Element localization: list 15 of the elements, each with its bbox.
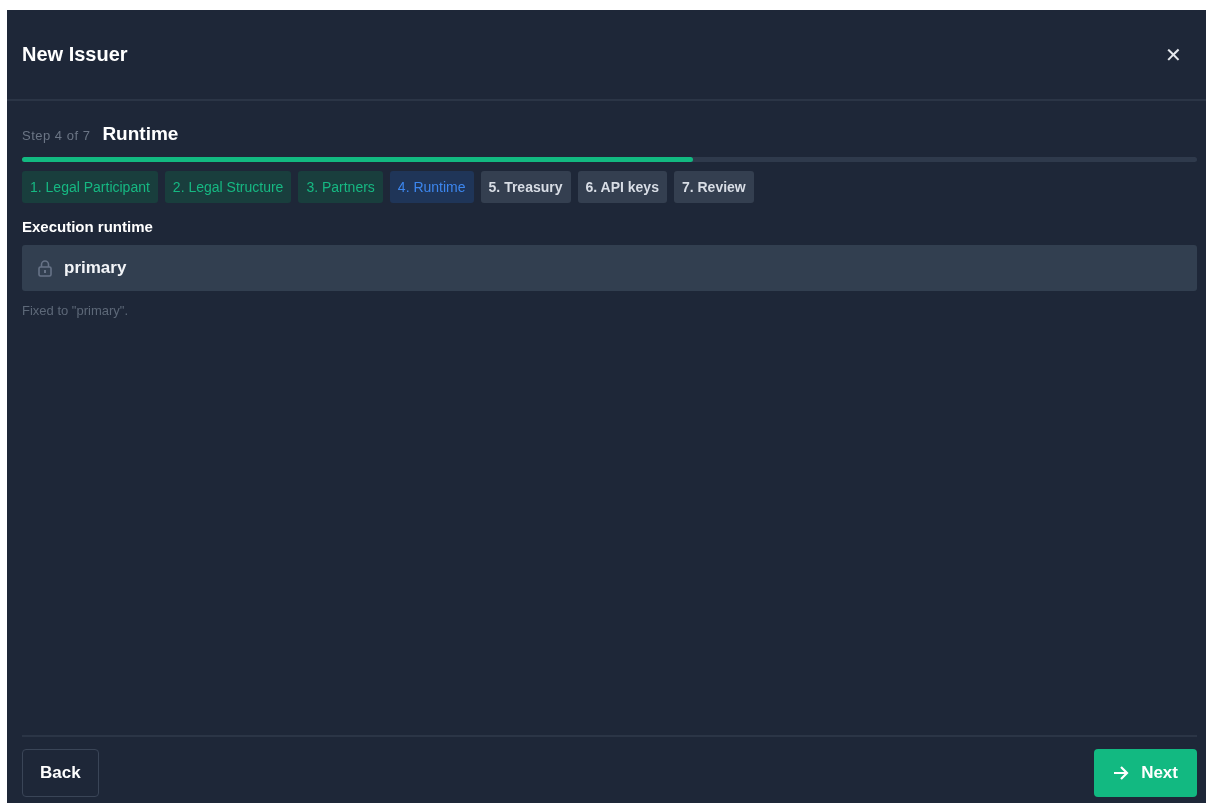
step-tab[interactable]: 2. Legal Structure <box>164 171 292 203</box>
step-counter: Step 4 of 7 <box>22 128 91 143</box>
step-tab[interactable]: 3. Partners <box>298 171 383 203</box>
arrow-right-icon <box>1113 766 1130 780</box>
step-tab[interactable]: 6. API keys <box>577 171 667 203</box>
step-tab[interactable]: 5. Treasury <box>480 171 571 203</box>
step-tab[interactable]: 7. Review <box>673 171 754 203</box>
close-button[interactable]: ✕ <box>1161 38 1186 71</box>
back-button[interactable]: Back <box>22 749 99 797</box>
dialog-title: New Issuer <box>22 43 128 66</box>
field-label: Execution runtime <box>22 218 154 235</box>
step-tab[interactable]: 1. Legal Participant <box>22 171 158 203</box>
runtime-field[interactable]: primary <box>22 245 1197 291</box>
step-title: Runtime <box>102 123 179 145</box>
field-hint: Fixed to "primary". <box>22 303 130 318</box>
